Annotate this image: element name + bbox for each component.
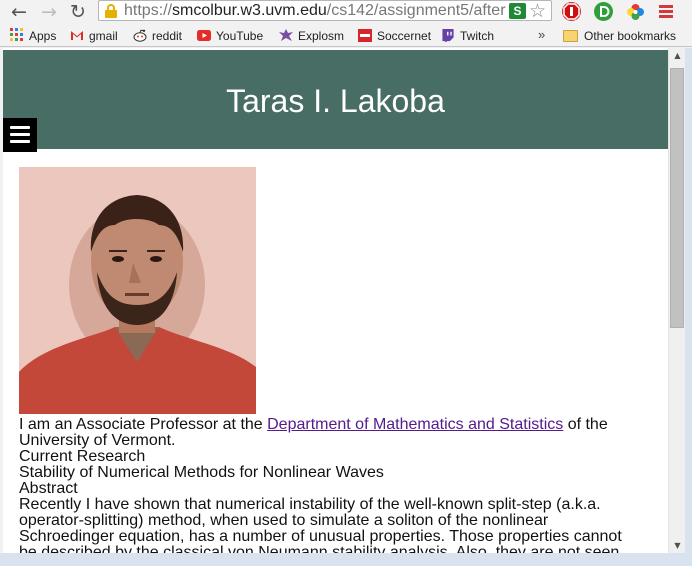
bookmark-youtube[interactable]: YouTube — [197, 28, 263, 44]
browser-toolbar: ← → ↻ https://smcolbur.w3.uvm.edu/cs142/… — [0, 0, 692, 24]
folder-icon — [563, 30, 578, 42]
bookmark-twitch[interactable]: Twitch — [441, 28, 494, 44]
bookmark-gmail[interactable]: gmail — [70, 28, 118, 44]
window-frame-right — [685, 48, 692, 566]
research-title: Stability of Numerical Methods for Nonli… — [19, 464, 384, 481]
page-viewport: Taras I. Lakoba I am an Associate Profes… — [3, 48, 668, 553]
youtube-icon — [197, 30, 211, 41]
page-title: Taras I. Lakoba — [226, 83, 445, 119]
other-bookmarks[interactable]: Other bookmarks — [563, 28, 676, 44]
adblock-icon[interactable] — [562, 2, 581, 21]
site-header: Taras I. Lakoba — [3, 50, 668, 152]
profile-photo — [19, 167, 256, 414]
extension-d-icon[interactable] — [594, 2, 613, 21]
bookmark-explosm[interactable]: Explosm — [279, 28, 344, 44]
address-bar[interactable]: https://smcolbur.w3.uvm.edu/cs142/assign… — [98, 0, 552, 22]
lock-icon — [105, 4, 117, 18]
research-heading: Current Research — [19, 448, 146, 465]
bookmark-soccernet[interactable]: Soccernet — [358, 28, 431, 44]
forward-arrow-icon[interactable]: → — [38, 1, 60, 23]
bookmark-reddit[interactable]: reddit — [133, 28, 182, 44]
menu-icon[interactable] — [659, 5, 673, 18]
vertical-scrollbar[interactable]: ▲ ▼ — [668, 48, 685, 553]
scrollbar-thumb[interactable] — [670, 68, 684, 328]
abstract-text: Recently I have shown that numerical ins… — [19, 496, 622, 554]
bookmark-apps[interactable]: Apps — [10, 28, 56, 44]
explosm-icon — [279, 29, 293, 41]
extension-s-icon[interactable]: S — [509, 3, 526, 19]
bookmarks-overflow-button[interactable]: » — [538, 27, 545, 42]
gmail-icon — [71, 31, 83, 40]
star-icon[interactable]: ☆ — [529, 0, 546, 22]
scroll-down-arrow-icon[interactable]: ▼ — [669, 538, 686, 553]
reddit-icon — [133, 29, 147, 42]
bookmarks-bar: Apps gmail reddit YouTube Explosm Soccer… — [0, 24, 692, 47]
soccernet-icon — [358, 29, 372, 42]
url-text[interactable]: https://smcolbur.w3.uvm.edu/cs142/assign… — [124, 1, 506, 21]
hamburger-menu-icon[interactable] — [3, 118, 37, 152]
reload-icon[interactable]: ↻ — [67, 1, 89, 23]
intro-paragraph: I am an Associate Professor at the Depar… — [19, 416, 608, 449]
window-frame-bottom — [0, 553, 692, 566]
back-arrow-icon[interactable]: ← — [8, 1, 30, 23]
department-link[interactable]: Department of Mathematics and Statistics — [267, 416, 563, 433]
color-wheel-icon[interactable] — [626, 2, 645, 21]
page-body-text: I am an Associate Professor at the Depar… — [19, 416, 639, 554]
twitch-icon — [442, 29, 454, 42]
apps-grid-icon — [10, 28, 24, 42]
scroll-up-arrow-icon[interactable]: ▲ — [669, 48, 686, 63]
abstract-heading: Abstract — [19, 480, 78, 497]
